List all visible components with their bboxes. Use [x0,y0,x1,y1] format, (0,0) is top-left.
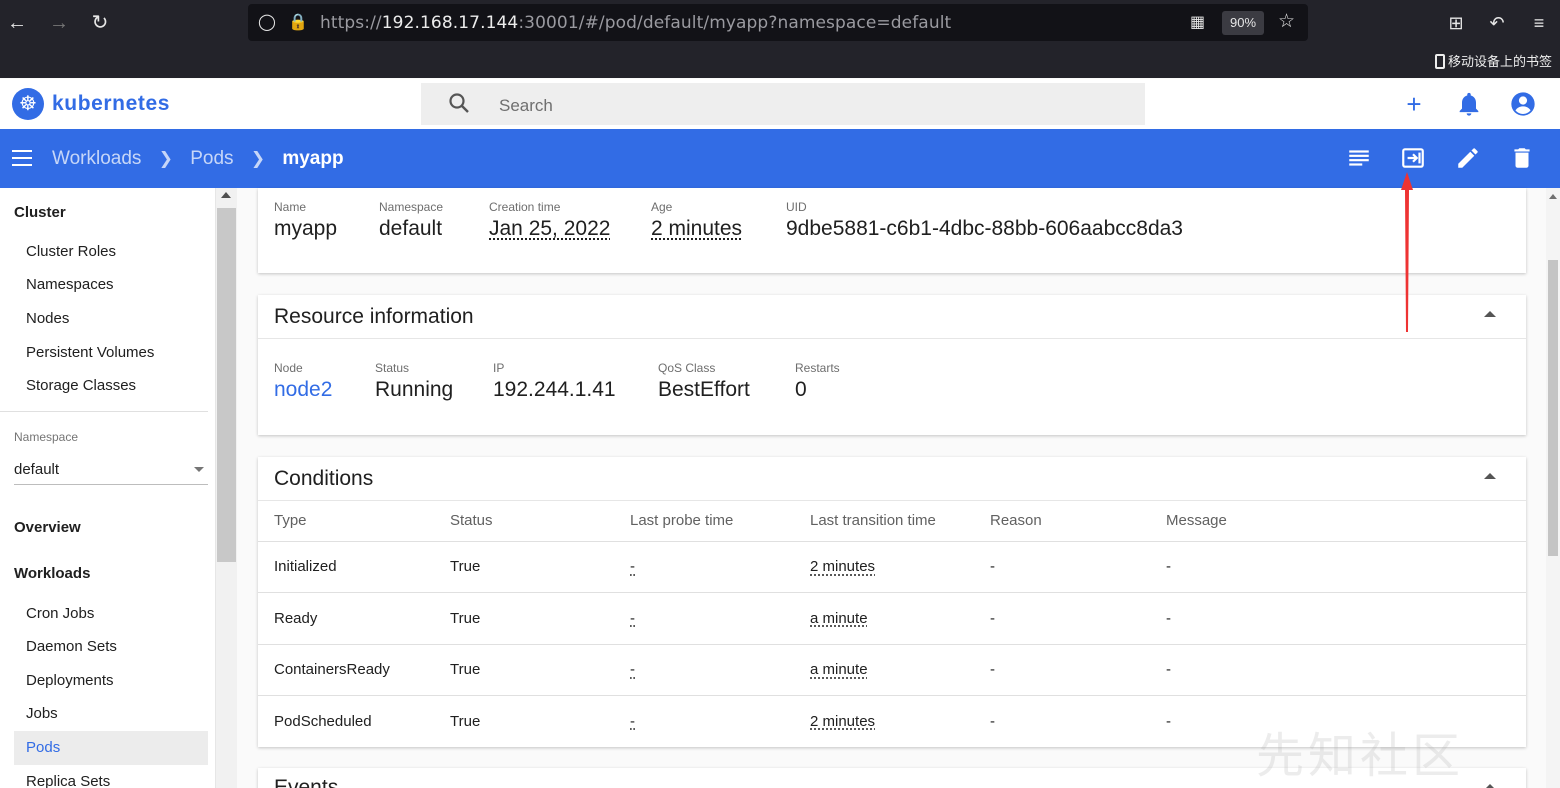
view-logs-icon[interactable] [1346,145,1372,171]
exec-shell-icon[interactable] [1400,145,1426,171]
table-header-row: Type Status Last probe time Last transit… [258,500,1526,542]
chevron-right-icon: ❯ [250,149,266,168]
meta-creation-time: Creation time Jan 25, 2022 [489,200,611,240]
scroll-up-arrow-icon[interactable] [221,192,231,198]
namespace-label: Namespace [14,430,79,444]
zoom-level[interactable]: 90% [1222,11,1264,35]
undo-icon[interactable]: ↶ [1482,8,1512,38]
sidebar-scrollbar[interactable] [216,188,237,788]
back-icon[interactable]: ← [2,8,32,38]
sidebar-item-cluster-roles[interactable]: Cluster Roles [26,243,116,260]
col-last-probe: Last probe time [614,500,794,542]
watermark: 先知社区 [1256,728,1465,784]
conditions-table: Type Status Last probe time Last transit… [258,500,1526,747]
metadata-card: Name myapp Namespace default Creation time… [258,188,1526,273]
sidebar-heading-cluster[interactable]: Cluster [14,204,66,221]
delete-trash-icon[interactable] [1509,145,1535,171]
table-row: ContainersReady True - a minute - - [258,644,1526,696]
node-link[interactable]: node2 [274,378,332,402]
col-reason: Reason [974,500,1150,542]
sidebar-item-daemon-sets[interactable]: Daemon Sets [26,638,117,655]
main-scroll-thumb[interactable] [1548,260,1558,556]
bookmark-star-icon[interactable]: ☆ [1278,10,1295,33]
resource-qos: QoS Class BestEffort [658,361,750,401]
scroll-up-arrow-icon[interactable] [1549,194,1557,199]
sidebar: Cluster Cluster Roles Namespaces Nodes P… [0,188,216,788]
namespace-value: default [14,461,60,478]
meta-uid: UID 9dbe5881-c6b1-4dbc-88bb-606aabcc8da3 [786,200,1183,240]
url-text[interactable]: https://192.168.17.144:30001/#/pod/defau… [320,13,951,33]
annotation-arrow [1401,172,1413,332]
qr-code-icon[interactable]: ▦ [1190,12,1205,32]
search-input[interactable]: Search [499,96,553,116]
sidebar-item-overview[interactable]: Overview [14,519,81,536]
account-circle-icon[interactable] [1509,90,1537,118]
namespace-select[interactable]: default [14,461,208,485]
conditions-card: Conditions Type Status Last probe time L… [258,457,1526,747]
sidebar-heading-workloads[interactable]: Workloads [14,565,90,582]
dropdown-arrow-icon [194,467,204,472]
edit-pencil-icon[interactable] [1455,145,1481,171]
main-scrollbar[interactable] [1546,188,1560,788]
forward-icon[interactable]: → [44,8,74,38]
action-bar: Workloads ❯ Pods ❯ myapp [0,129,1560,188]
sidebar-item-jobs[interactable]: Jobs [26,705,58,722]
collapse-arrow-icon[interactable] [1484,784,1496,788]
breadcrumb-pods[interactable]: Pods [190,148,233,169]
breadcrumb-workloads[interactable]: Workloads [52,148,141,169]
browser-chrome: ← → ↻ ◯ 🔒 https://192.168.17.144:30001/#… [0,0,1560,78]
search-icon [449,93,469,113]
col-last-transition: Last transition time [794,500,974,542]
meta-age: Age 2 minutes [651,200,743,240]
sidebar-item-persistent-volumes[interactable]: Persistent Volumes [26,344,154,361]
meta-name: Name myapp [274,200,338,240]
events-title: Events [274,776,339,788]
meta-namespace: Namespace default [379,200,444,240]
sidebar-divider [0,411,208,412]
sidebar-item-nodes[interactable]: Nodes [26,310,69,327]
address-bar[interactable]: ◯ 🔒 https://192.168.17.144:30001/#/pod/d… [248,4,1308,41]
create-plus-icon[interactable]: + [1400,90,1428,118]
col-status: Status [434,500,614,542]
conditions-title: Conditions [274,467,374,490]
resource-ip: IP 192.244.1.41 [493,361,616,401]
reload-icon[interactable]: ↻ [85,8,115,38]
collapse-arrow-icon[interactable] [1484,311,1496,317]
brand-name[interactable]: kubernetes [52,92,170,116]
nav-menu-icon[interactable] [12,150,32,166]
shield-icon[interactable]: ◯ [258,12,276,32]
resource-info-title: Resource information [274,305,474,328]
col-message: Message [1150,500,1526,542]
sidebar-item-namespaces[interactable]: Namespaces [26,276,114,293]
phone-icon [1434,54,1445,69]
sidebar-item-deployments[interactable]: Deployments [26,672,114,689]
breadcrumb: Workloads ❯ Pods ❯ myapp [52,148,344,170]
col-type: Type [258,500,434,542]
chevron-right-icon: ❯ [158,149,173,168]
table-row: Ready True - a minute - - [258,592,1526,645]
lock-icon[interactable]: 🔒 [288,12,308,32]
crop-icon[interactable]: ⊞ [1441,8,1471,38]
sidebar-item-storage-classes[interactable]: Storage Classes [26,377,136,394]
sidebar-item-replica-sets[interactable]: Replica Sets [26,773,110,788]
table-row: Initialized True - 2 minutes - - [258,541,1526,593]
kubernetes-logo-icon[interactable]: ☸ [12,88,44,120]
breadcrumb-current: myapp [282,148,344,169]
search-box[interactable]: Search [421,83,1145,125]
resource-status: Status Running [375,361,454,401]
mobile-bookmarks[interactable]: 移动设备上的书签 [1434,51,1552,70]
resource-info-card: Resource information Node node2 Status Run… [258,295,1526,435]
collapse-arrow-icon[interactable] [1484,473,1496,479]
resource-node: Node node2 [274,361,333,402]
resource-restarts: Restarts 0 [795,361,840,401]
notifications-bell-icon[interactable] [1455,90,1483,118]
menu-icon[interactable]: ≡ [1524,8,1554,38]
sidebar-item-pods[interactable]: Pods [14,731,208,765]
sidebar-item-cron-jobs[interactable]: Cron Jobs [26,605,94,622]
sidebar-scroll-thumb[interactable] [217,208,236,562]
app-header: ☸ kubernetes Search + [0,79,1560,129]
